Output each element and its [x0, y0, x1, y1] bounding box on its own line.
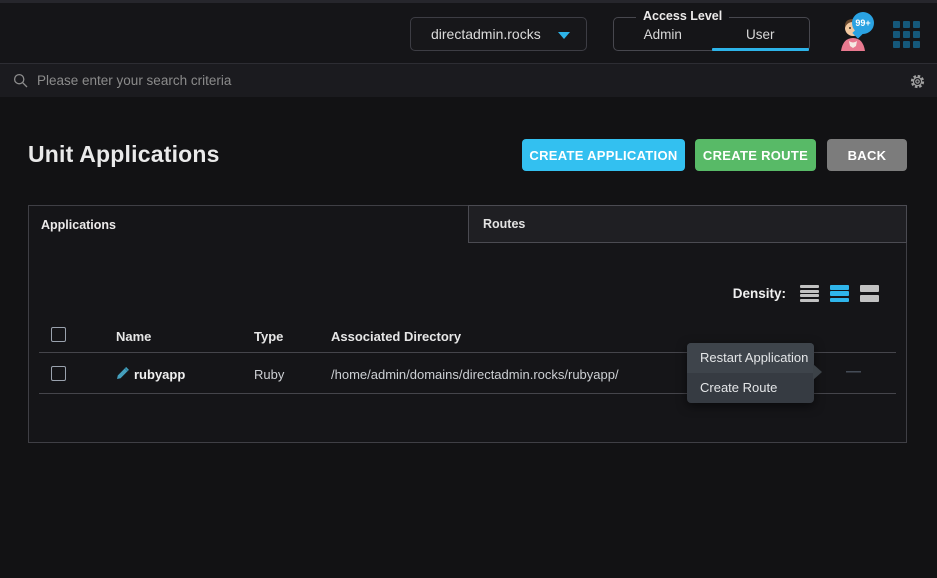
gear-icon[interactable] — [909, 73, 926, 90]
cell-app-type: Ruby — [254, 367, 284, 382]
back-button[interactable]: BACK — [827, 139, 907, 171]
tab-routes-label: Routes — [469, 217, 525, 231]
user-avatar[interactable]: 99+ — [836, 15, 876, 55]
access-level-admin[interactable]: Admin — [614, 18, 712, 50]
select-all-checkbox[interactable] — [51, 327, 66, 342]
row-checkbox[interactable] — [51, 366, 66, 381]
density-normal-icon[interactable] — [830, 285, 849, 302]
global-search-bar — [0, 63, 937, 97]
density-comfortable-icon[interactable] — [860, 285, 879, 302]
column-header-type[interactable]: Type — [254, 329, 283, 344]
page-title: Unit Applications — [28, 141, 220, 168]
notifications-badge[interactable]: 99+ — [852, 12, 874, 34]
access-user-label: User — [746, 27, 775, 42]
menu-item-create-route[interactable]: Create Route — [687, 373, 814, 403]
cell-app-directory: /home/admin/domains/directadmin.rocks/ru… — [331, 367, 619, 382]
tab-routes[interactable]: Routes — [468, 205, 907, 243]
pencil-icon[interactable] — [116, 366, 130, 380]
menu-item-restart-application[interactable]: Restart Application — [687, 343, 814, 373]
domain-selector[interactable]: directadmin.rocks — [410, 17, 587, 51]
density-control: Density: — [733, 285, 879, 302]
create-route-button[interactable]: CREATE ROUTE — [695, 139, 816, 171]
column-header-directory[interactable]: Associated Directory — [331, 329, 461, 344]
search-icon — [13, 73, 29, 89]
caret-down-icon — [558, 32, 570, 39]
density-label: Density: — [733, 286, 786, 301]
density-compact-icon[interactable] — [800, 285, 819, 302]
apps-grid-icon[interactable] — [893, 21, 922, 50]
tab-applications[interactable]: Applications — [29, 206, 469, 243]
access-admin-label: Admin — [644, 27, 682, 42]
column-header-name[interactable]: Name — [116, 329, 151, 344]
cell-app-name[interactable]: rubyapp — [134, 367, 185, 382]
header-bar: directadmin.rocks Access Level Admin Use… — [0, 3, 937, 63]
access-level-user[interactable]: User — [712, 18, 810, 50]
create-application-button[interactable]: CREATE APPLICATION — [522, 139, 685, 171]
domain-selector-value: directadmin.rocks — [411, 26, 541, 42]
search-input[interactable] — [37, 73, 737, 88]
access-level-switch: Access Level Admin User — [613, 17, 810, 51]
row-actions-trigger[interactable]: — — [846, 363, 860, 380]
tab-applications-label: Applications — [29, 218, 116, 232]
row-context-menu: Restart Application Create Route — [687, 343, 814, 403]
applications-panel: Applications Routes Density: Name Type A… — [28, 205, 907, 443]
active-access-underline — [712, 48, 810, 51]
